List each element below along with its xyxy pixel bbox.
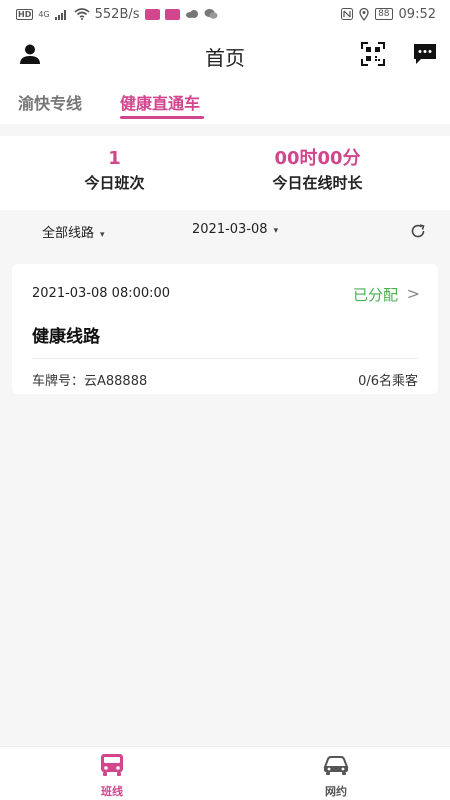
- network-type: HD: [16, 8, 34, 20]
- signal-type: 4G: [38, 9, 50, 19]
- nav-item-ride-hailing[interactable]: 网约: [296, 753, 376, 799]
- stat-today-trips: 1 今日班次: [2, 148, 227, 193]
- refresh-icon[interactable]: [410, 223, 426, 239]
- active-tab-indicator: [120, 116, 204, 119]
- trip-route-name: 健康线路: [32, 327, 100, 347]
- bottom-nav: 班线 网约: [0, 746, 450, 800]
- trip-plate: 车牌号：云A88888: [32, 374, 148, 389]
- chevron-down-icon: ▾: [100, 230, 105, 240]
- signal-icon: [54, 9, 66, 20]
- trip-card[interactable]: 2021-03-08 08:00:00 已分配 > 健康线路 车牌号：云A888…: [12, 264, 438, 394]
- wechat-icon: [204, 9, 218, 19]
- battery-level: 88: [375, 8, 393, 20]
- card-divider: [32, 358, 418, 359]
- notification-app-icon: [164, 8, 180, 20]
- status-bar-left: HD 4G 552B/s: [16, 7, 341, 22]
- notification-app-icon: [144, 8, 160, 20]
- stats-panel: 1 今日班次 00时00分 今日在线时长: [0, 136, 450, 210]
- stat-value: 00时00分: [274, 148, 361, 169]
- tab-health-shuttle[interactable]: 健康直通车: [120, 90, 200, 114]
- nav-label: 网约: [325, 785, 347, 798]
- filter-bar: 全部线路 ▾ 2021-03-08 ▾: [0, 210, 450, 252]
- route-filter-label: 全部线路: [42, 226, 95, 241]
- stat-label: 今日班次: [84, 174, 145, 192]
- trip-passengers: 0/6名乘客: [358, 374, 418, 389]
- tab-yukuai-line[interactable]: 渝快专线: [18, 90, 82, 114]
- network-speed: 552B/s: [94, 6, 140, 22]
- qr-scan-icon[interactable]: [361, 42, 385, 66]
- app-header: 首页: [0, 28, 450, 80]
- tab-bar: 渝快专线 健康直通车: [0, 80, 450, 124]
- message-icon[interactable]: [413, 42, 437, 66]
- stat-label: 今日在线时长: [272, 174, 363, 192]
- cloud-icon: [185, 10, 198, 18]
- stat-value: 1: [108, 148, 121, 169]
- status-bar: HD 4G 552B/s 88 09:52: [0, 0, 450, 28]
- car-icon: [323, 756, 349, 775]
- stat-online-duration: 00时00分 今日在线时长: [205, 148, 430, 193]
- bus-icon: [101, 754, 123, 776]
- trip-status: 已分配: [352, 286, 398, 304]
- route-filter-dropdown[interactable]: 全部线路 ▾: [42, 222, 105, 241]
- nav-item-bus-line[interactable]: 班线: [72, 753, 152, 799]
- clock: 09:52: [398, 6, 436, 22]
- location-icon: [359, 7, 369, 21]
- chevron-right-icon: >: [406, 284, 420, 303]
- chevron-down-icon: ▾: [273, 226, 279, 236]
- date-filter-label: 2021-03-08: [192, 222, 268, 237]
- date-filter-dropdown[interactable]: 2021-03-08 ▾: [192, 222, 278, 237]
- nfc-icon: [341, 8, 354, 20]
- nav-label: 班线: [101, 785, 123, 798]
- wifi-icon: [74, 8, 90, 20]
- trip-datetime: 2021-03-08 08:00:00: [32, 286, 171, 301]
- status-bar-right: 88 09:52: [341, 7, 436, 22]
